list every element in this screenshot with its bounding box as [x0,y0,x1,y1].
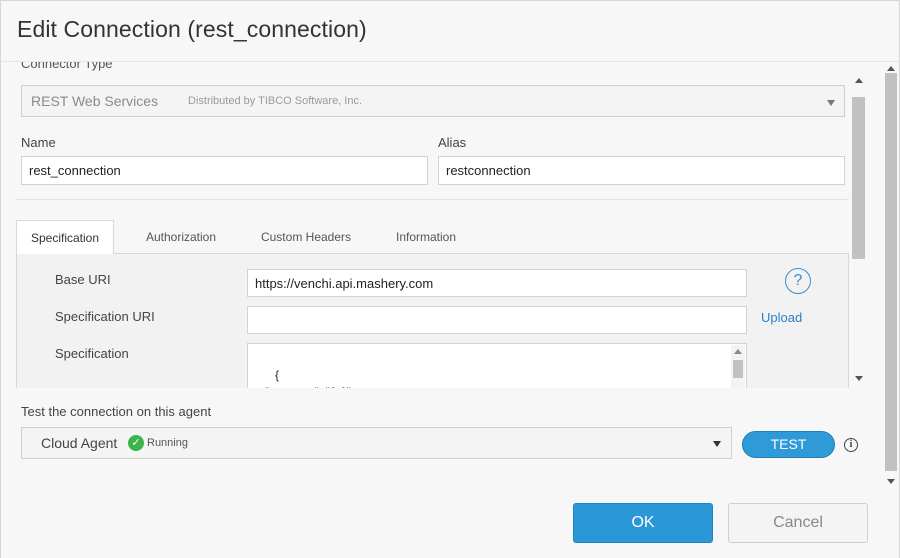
tab-custom-headers[interactable]: Custom Headers [248,220,364,254]
specification-json: { "swagger": "2.0", "info": { [265,368,354,388]
upload-link[interactable]: Upload [761,310,802,325]
base-uri-field[interactable] [247,269,747,297]
dialog-content: Connector Type REST Web Services Distrib… [1,62,869,388]
tab-information[interactable]: Information [380,220,472,254]
scroll-thumb[interactable] [885,73,897,471]
name-label: Name [21,135,56,150]
tab-bar: Specification Authorization Custom Heade… [16,220,849,255]
alias-label: Alias [438,135,467,150]
tab-authorization[interactable]: Authorization [131,220,231,254]
edit-connection-dialog: Edit Connection (rest_connection) Connec… [0,0,900,558]
help-icon[interactable]: ? [785,268,811,294]
dialog-scrollbar[interactable] [884,61,899,489]
agent-name: Cloud Agent [41,435,118,451]
check-circle-icon: ✓ [128,435,144,451]
info-icon[interactable]: i [844,438,858,452]
agent-status: Running [147,437,188,449]
connector-distributor: Distributed by TIBCO Software, Inc. [188,95,363,107]
connector-type-select[interactable]: REST Web Services Distributed by TIBCO S… [21,85,845,117]
scroll-down-icon[interactable] [887,479,895,484]
specification-textarea[interactable]: { "swagger": "2.0", "info": { [247,343,747,388]
scroll-thumb[interactable] [852,97,865,259]
specification-label: Specification [55,346,129,361]
agent-select[interactable]: Cloud Agent ✓ Running [21,427,732,459]
name-field[interactable] [21,156,428,185]
test-button[interactable]: TEST [742,431,835,458]
scroll-up-icon[interactable] [855,78,863,83]
alias-field[interactable] [438,156,845,185]
spec-scrollbar[interactable] [731,345,745,388]
scroll-thumb[interactable] [733,360,743,378]
scroll-down-icon[interactable] [855,376,863,381]
connector-type-value: REST Web Services [31,93,159,109]
scroll-up-icon[interactable] [887,66,895,71]
scroll-up-icon[interactable] [734,349,742,354]
chevron-down-icon [713,441,721,447]
spec-uri-label: Specification URI [55,309,155,324]
agent-label: Test the connection on this agent [21,404,212,419]
chevron-down-icon [827,100,835,106]
cancel-button[interactable]: Cancel [728,503,868,543]
content-scrollbar[interactable] [852,73,867,388]
spec-uri-field[interactable] [247,306,747,334]
ok-button[interactable]: OK [573,503,713,543]
tab-specification[interactable]: Specification [16,220,114,255]
section-divider [16,199,849,200]
dialog-title: Edit Connection (rest_connection) [17,16,367,42]
connector-type-label: Connector Type [21,62,113,71]
base-uri-label: Base URI [55,272,111,287]
